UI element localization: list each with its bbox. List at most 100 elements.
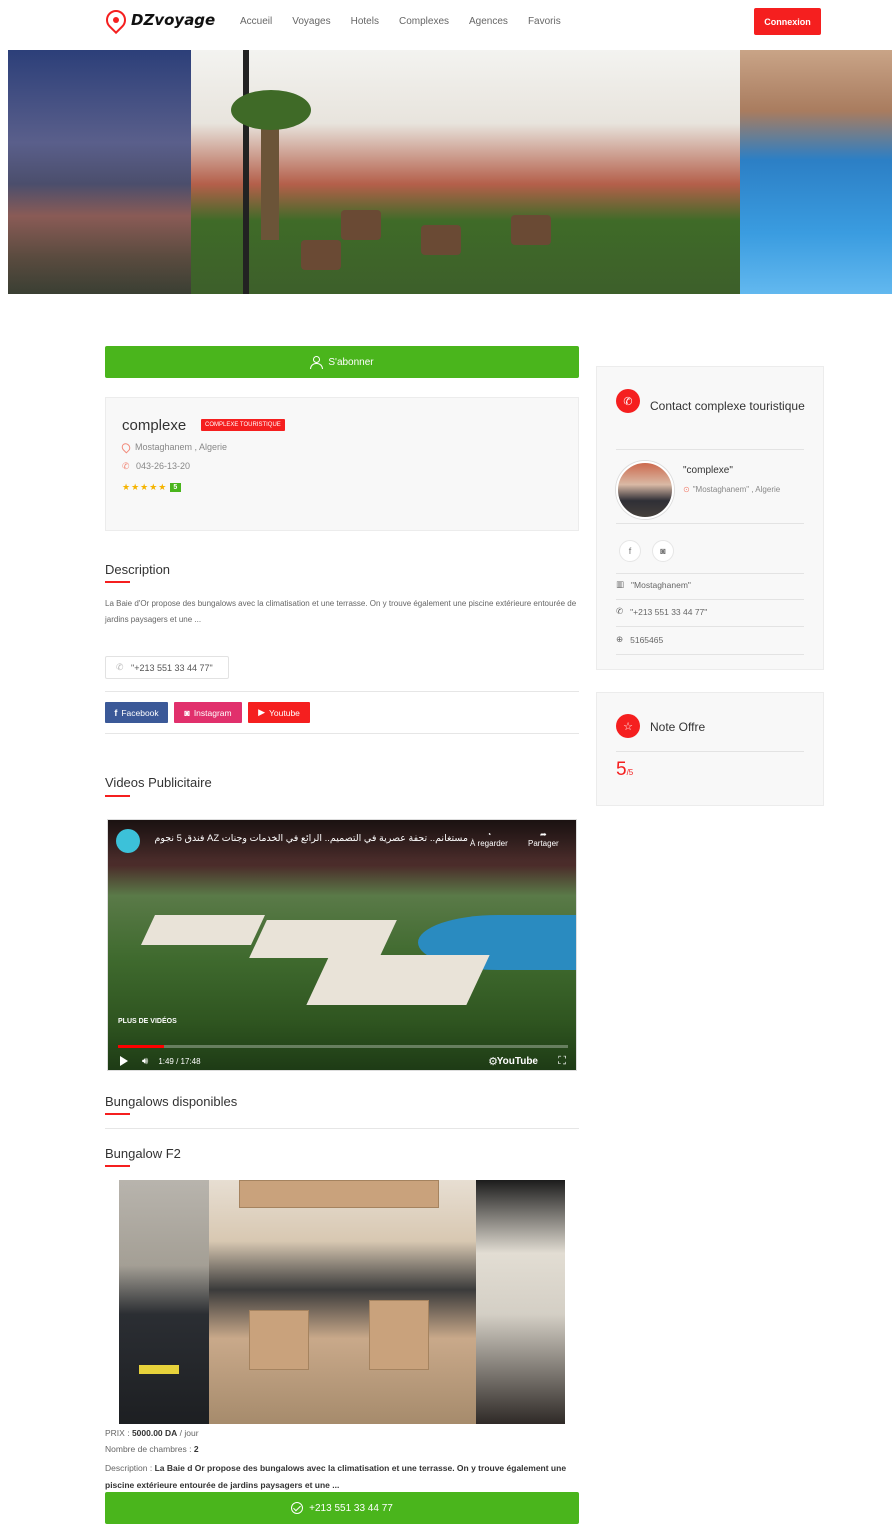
- price-value: 5000.00 DA: [131, 1428, 178, 1438]
- nav-voyages[interactable]: Voyages: [292, 16, 330, 27]
- more-videos-label[interactable]: PLUS DE VIDÉOS: [118, 1018, 177, 1025]
- watch-later-button[interactable]: ◔ À regarder: [470, 830, 508, 848]
- phone-number-text: "+213 551 33 44 77": [131, 662, 213, 673]
- contact-title: Contact complexe touristique: [650, 399, 805, 413]
- garden-table: [341, 210, 381, 240]
- rooms-label: Nombre de chambres :: [105, 1444, 194, 1454]
- facebook-label: Facebook: [121, 707, 159, 718]
- video-player[interactable]: مستغانم.. تحفة عصرية في التصميم.. الرائع…: [107, 819, 577, 1071]
- watch-later-label: À regarder: [470, 839, 508, 848]
- hero-image-night-city[interactable]: [8, 50, 191, 294]
- instagram-button[interactable]: ◙ Instagram: [174, 702, 242, 723]
- garden-table: [421, 225, 461, 255]
- nav-agences[interactable]: Agences: [469, 16, 508, 27]
- price-unit: / jour: [177, 1428, 199, 1438]
- nav-favoris[interactable]: Favoris: [528, 16, 561, 27]
- divider: [105, 1128, 579, 1129]
- call-button[interactable]: +213 551 33 44 77: [105, 1492, 579, 1524]
- progress-bar[interactable]: [118, 1045, 568, 1048]
- contact-card: ✆ Contact complexe touristique "complexe…: [596, 366, 824, 670]
- progress-fill: [118, 1045, 165, 1048]
- bungalow-image[interactable]: [119, 1180, 565, 1424]
- title-underline: [105, 1113, 130, 1115]
- youtube-button[interactable]: ▶ Youtube: [248, 702, 310, 723]
- channel-logo-icon[interactable]: [116, 829, 140, 853]
- logo[interactable]: DZvoyage: [101, 5, 215, 35]
- subscribe-label: S'abonner: [328, 356, 374, 368]
- note-score: 5: [616, 759, 627, 780]
- divider: [616, 573, 804, 574]
- description-title: Description: [105, 562, 171, 577]
- facebook-button[interactable]: f Facebook: [105, 702, 168, 723]
- contact-city: "Mostaghanem": [631, 579, 691, 590]
- youtube-label: Youtube: [269, 707, 300, 718]
- divider: [616, 523, 804, 524]
- hero-image-garden[interactable]: [191, 50, 740, 294]
- hero-gallery: [8, 50, 892, 294]
- share-button[interactable]: ➦ Partager: [528, 830, 559, 848]
- map-icon: ▥: [616, 579, 625, 589]
- kitchen-cabinet: [239, 1180, 439, 1208]
- bungalows-title: Bungalows disponibles: [105, 1094, 238, 1109]
- star-icons: ★★★★★: [122, 482, 168, 492]
- fullscreen-icon[interactable]: ⛶: [558, 1055, 566, 1068]
- lounger: [141, 915, 265, 945]
- divider: [616, 654, 804, 655]
- phone-number-box[interactable]: ✆ "+213 551 33 44 77": [105, 656, 229, 679]
- rating-badge: 5: [170, 483, 182, 492]
- instagram-icon[interactable]: ◙: [652, 540, 674, 562]
- note-card: ☆ Note Offre 5/5: [596, 692, 824, 806]
- hero-image-pool[interactable]: [740, 50, 892, 294]
- user-icon: [310, 356, 324, 369]
- instagram-label: Instagram: [193, 707, 232, 718]
- clock-icon: ◔: [486, 830, 492, 839]
- contact-name: "complexe": [683, 465, 733, 476]
- contact-phone-row: ✆ "+213 551 33 44 77": [616, 606, 707, 617]
- globe-icon: ⊕: [616, 634, 624, 644]
- rating-stars: ★★★★★ 5: [122, 482, 182, 493]
- volume-icon[interactable]: 🔊︎: [142, 1056, 148, 1067]
- location-pin-icon: ⊙: [683, 485, 690, 494]
- share-icon: ➦: [539, 830, 547, 839]
- login-button[interactable]: Connexion: [754, 8, 821, 35]
- garden-table: [511, 215, 551, 245]
- nav-hotels[interactable]: Hotels: [351, 16, 379, 27]
- contact-web-row: ⊕ 5165465: [616, 634, 663, 645]
- complex-location: Mostaghanem , Algerie: [119, 440, 228, 454]
- note-value: 5/5: [616, 759, 633, 781]
- lamp-post: [243, 50, 249, 294]
- kitchen-cabinet: [249, 1310, 309, 1370]
- bungalow-photo-car: [119, 1180, 209, 1424]
- nav-accueil[interactable]: Accueil: [240, 16, 272, 27]
- contact-web[interactable]: 5165465: [630, 635, 663, 645]
- nav-complexes[interactable]: Complexes: [399, 16, 449, 27]
- contact-city-row: ▥ "Mostaghanem": [616, 579, 691, 590]
- contact-location: ⊙ "Mostaghanem" , Algerie: [683, 485, 780, 494]
- rooms-value: 2: [193, 1444, 199, 1454]
- bungalow-rooms: Nombre de chambres : 2: [105, 1444, 199, 1454]
- description-text: La Baie d'Or propose des bungalows avec …: [105, 599, 577, 624]
- complex-phone: ✆ 043-26-13-20: [122, 461, 190, 471]
- note-title: Note Offre: [650, 720, 706, 734]
- call-label: +213 551 33 44 77: [309, 1502, 393, 1514]
- note-max: /5: [626, 768, 634, 777]
- complex-info-card: complexe COMPLEXE TOURISTIQUE Mostaghane…: [105, 397, 579, 531]
- complex-phone-text: 043-26-13-20: [136, 461, 191, 471]
- phone-icon: ✆: [116, 662, 124, 672]
- complex-location-text: Mostaghanem , Algerie: [135, 442, 228, 452]
- phone-icon: ✆: [122, 460, 130, 471]
- subscribe-button[interactable]: S'abonner: [105, 346, 579, 378]
- check-circle-icon: [291, 1502, 304, 1514]
- play-icon[interactable]: [120, 1056, 128, 1066]
- facebook-icon[interactable]: f: [619, 540, 641, 562]
- avatar: [616, 461, 674, 519]
- bungalow-description: Description : La Baie d Or propose des b…: [105, 1460, 579, 1494]
- facebook-icon: f: [114, 707, 118, 718]
- video-title[interactable]: مستغانم.. تحفة عصرية في التصميم.. الرائع…: [148, 833, 468, 844]
- kitchen-cabinet: [369, 1300, 429, 1370]
- bungalow-photo-kitchen: [209, 1180, 476, 1424]
- contact-phone[interactable]: "+213 551 33 44 77": [630, 607, 707, 617]
- bungalow-photo-room: [476, 1180, 565, 1424]
- complex-name: complexe: [122, 417, 187, 434]
- youtube-logo[interactable]: YouTube: [497, 1056, 538, 1067]
